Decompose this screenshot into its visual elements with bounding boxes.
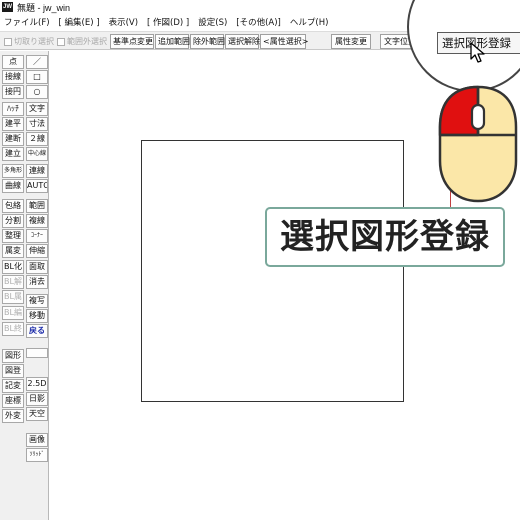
tool-point[interactable]: 点 [2,55,24,69]
tool-circle[interactable]: ○ [26,85,48,99]
tool-line[interactable]: ／ [26,55,48,69]
tool-connect-line[interactable]: 連線 [26,164,48,178]
tool-figure[interactable]: 図形 [2,349,24,363]
tool-block-edit: BL編 [2,306,24,320]
cut-select-checkbox[interactable]: 切取り選択 [4,36,54,47]
tool-corner[interactable]: ｺｰﾅｰ [26,229,48,243]
tool-sun-shadow[interactable]: 日影 [26,392,48,406]
tool-2-5d[interactable]: 2.5D [26,377,48,391]
tool-undo[interactable]: 戻る [26,324,48,338]
tool-block-create[interactable]: BL化 [2,260,24,274]
caption-label: 選択図形登録 [265,207,505,267]
menu-help[interactable]: ヘルプ(H) [290,16,329,28]
tool-text[interactable]: 文字 [26,102,48,116]
exclude-range-button[interactable]: 除外範囲 [190,34,225,49]
out-of-range-label: 範囲外選択 [67,37,107,46]
window-title: 無題 - jw_win [17,2,71,13]
tool-solid[interactable]: ｿﾘｯﾄﾞ [26,448,48,462]
tool-block-end: BL終 [2,322,24,336]
tool-symbol-change[interactable]: 記変 [2,379,24,393]
left-tool-panel: 点 接線 接円 ﾊｯﾁ 建平 建断 建立 多角形 曲線 包絡 分割 整理 属変 … [0,51,49,520]
tool-double-line[interactable]: ２線 [26,132,48,146]
mouse-pointer-icon [470,42,485,63]
tool-polygon[interactable]: 多角形 [2,164,24,178]
tool-divide[interactable]: 分割 [2,214,24,228]
attr-select-button[interactable]: <属性選択> [260,34,308,49]
tool-center-line[interactable]: 中心線 [26,147,48,161]
tool-range[interactable]: 範囲 [26,199,48,213]
tool-block-release: BL解 [2,275,24,289]
tool-building-plan[interactable]: 建平 [2,117,24,131]
deselect-button[interactable]: 選択解除 [225,34,260,49]
tool-auto[interactable]: AUTO [26,179,48,193]
menu-other[interactable]: [その他(A)] [236,16,281,28]
tool-chamfer[interactable]: 面取 [26,260,48,274]
cut-select-label: 切取り選択 [14,37,54,46]
tool-copy[interactable]: 複写 [26,294,48,308]
out-of-range-checkbox[interactable]: 範囲外選択 [57,36,107,47]
tool-organize[interactable]: 整理 [2,229,24,243]
tool-attr-change[interactable]: 属変 [2,244,24,258]
tool-sky[interactable]: 天空 [26,407,48,421]
tool-building-section[interactable]: 建断 [2,132,24,146]
tool-tangent-circle[interactable]: 接円 [2,85,24,99]
tool-stretch[interactable]: 伸縮 [26,244,48,258]
menu-draw[interactable]: [ 作図(D) ] [147,16,189,28]
checkbox-box [57,37,65,46]
tool-erase[interactable]: 消去 [26,275,48,289]
menu-view[interactable]: 表示(V) [109,16,138,28]
tool-hatch[interactable]: ﾊｯﾁ [2,102,24,116]
menu-settings[interactable]: 設定(S) [198,16,227,28]
tool-rectangle[interactable]: □ [26,70,48,84]
add-range-button[interactable]: 追加範囲 [155,34,190,49]
tool-curve[interactable]: 曲線 [2,179,24,193]
tool-block-attr: BL属 [2,290,24,304]
drawn-square [141,140,404,402]
tool-parallel-line[interactable]: 複線 [26,214,48,228]
tool-dimension[interactable]: 寸法 [26,117,48,131]
checkbox-box [4,37,12,46]
menu-edit[interactable]: [ 編集(E) ] [59,16,100,28]
tool-coordinates[interactable]: 座標 [2,394,24,408]
app-icon: JW [2,2,13,12]
tool-tangent-line[interactable]: 接線 [2,70,24,84]
tool-blank-slot[interactable] [26,348,48,358]
tool-envelope[interactable]: 包絡 [2,199,24,213]
base-point-change-button[interactable]: 基準点変更 [110,34,154,49]
tool-external-change[interactable]: 外変 [2,409,24,423]
tool-image[interactable]: 画像 [26,433,48,447]
menu-file[interactable]: ファイル(F) [4,16,50,28]
mouse-left-click-icon [438,85,518,203]
tool-figure-register[interactable]: 図登 [2,364,24,378]
attr-change-button[interactable]: 属性変更 [331,34,371,49]
tool-building-elevation[interactable]: 建立 [2,147,24,161]
tool-move[interactable]: 移動 [26,309,48,323]
